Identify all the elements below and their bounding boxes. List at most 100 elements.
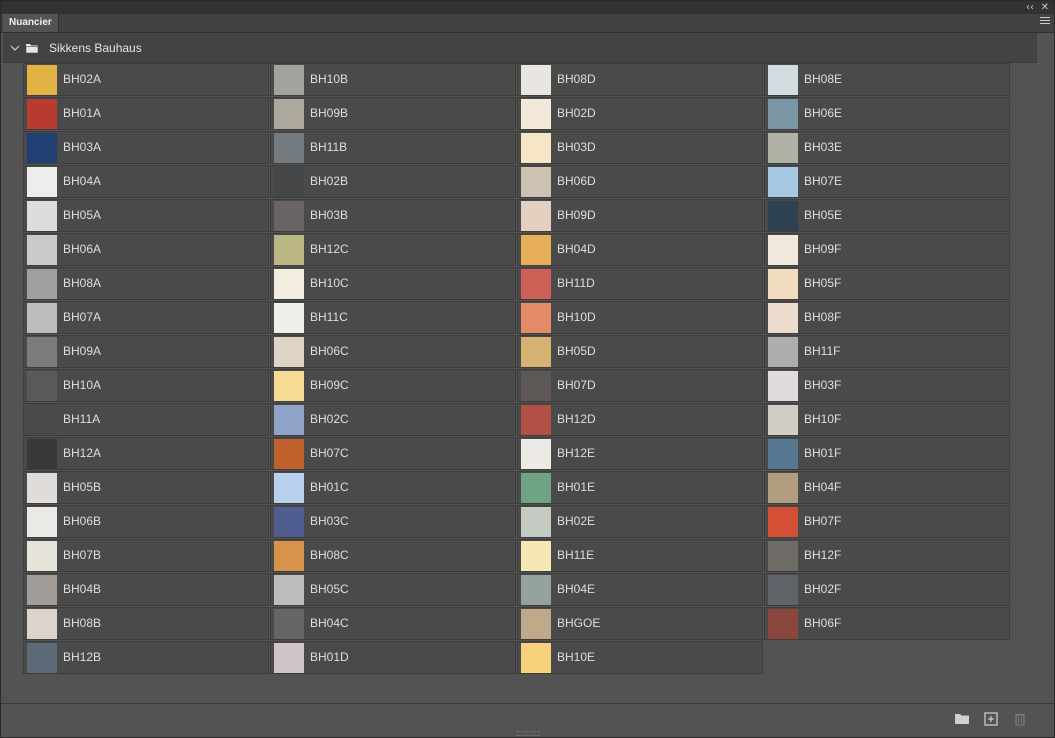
swatch-item[interactable]: BH09A [23,335,269,368]
swatch-item[interactable]: BH01C [270,471,516,504]
swatch-item[interactable]: BH05C [270,573,516,606]
swatch-item[interactable]: BH03F [764,369,1010,402]
collapse-panel-icon[interactable]: ‹‹ [1026,1,1034,14]
swatch-item[interactable]: BH06A [23,233,269,266]
swatch-color-chip [768,201,798,231]
swatch-item[interactable]: BH08C [270,539,516,572]
swatch-item[interactable]: BH09F [764,233,1010,266]
swatch-item[interactable]: BH08B [23,607,269,640]
swatch-item[interactable]: BH08F [764,301,1010,334]
swatch-item[interactable]: BH12C [270,233,516,266]
swatch-item[interactable]: BH03B [270,199,516,232]
swatch-item[interactable]: BH02E [517,505,763,538]
trash-icon[interactable] [1012,712,1028,726]
close-panel-icon[interactable]: ✕ [1041,1,1049,14]
swatch-item[interactable]: BH04D [517,233,763,266]
swatch-item[interactable]: BH05E [764,199,1010,232]
swatch-color-chip [768,575,798,605]
swatch-item[interactable]: BH04B [23,573,269,606]
swatch-color-chip [27,541,57,571]
swatch-item[interactable]: BH10C [270,267,516,300]
swatch-item[interactable]: BH06C [270,335,516,368]
swatch-item[interactable]: BH01F [764,437,1010,470]
swatch-item[interactable]: BH08A [23,267,269,300]
swatch-item[interactable]: BH11B [270,131,516,164]
swatch-label: BH01F [804,446,842,460]
swatch-label: BH01C [310,480,349,494]
swatch-item[interactable]: BH06B [23,505,269,538]
swatch-item[interactable]: BH09D [517,199,763,232]
swatch-item[interactable]: BH02A [23,63,269,96]
swatch-item[interactable]: BH10E [517,641,763,674]
swatch-label: BH10D [557,310,596,324]
swatch-item[interactable]: BH07F [764,505,1010,538]
swatch-item[interactable]: BH07A [23,301,269,334]
swatch-item[interactable]: BH05A [23,199,269,232]
swatch-item[interactable]: BH09C [270,369,516,402]
swatch-item[interactable]: BH01A [23,97,269,130]
swatch-item[interactable]: BH12A [23,437,269,470]
swatch-item[interactable]: BH12E [517,437,763,470]
swatch-item[interactable]: BH02D [517,97,763,130]
swatch-item[interactable]: BH11D [517,267,763,300]
swatch-item[interactable]: BH10F [764,403,1010,436]
swatch-label: BH10E [557,650,596,664]
swatch-item[interactable]: BH11F [764,335,1010,368]
swatch-color-chip [521,541,551,571]
swatch-item[interactable]: BH04A [23,165,269,198]
resize-grip[interactable] [516,731,540,736]
swatch-item[interactable]: BH02C [270,403,516,436]
tab-nuancier[interactable]: Nuancier [3,14,59,32]
swatch-item[interactable]: BH12F [764,539,1010,572]
swatch-item[interactable]: BH01E [517,471,763,504]
swatch-label: BH06E [804,106,843,120]
swatch-item[interactable]: BH07B [23,539,269,572]
swatch-item[interactable]: BH05D [517,335,763,368]
swatch-item[interactable]: BHGOE [517,607,763,640]
swatch-item[interactable]: BH12B [23,641,269,674]
swatch-group-header[interactable]: Sikkens Bauhaus [3,33,1037,63]
swatch-item[interactable]: BH07C [270,437,516,470]
swatch-item[interactable]: BH02B [270,165,516,198]
chevron-down-icon[interactable] [9,42,21,54]
swatch-label: BH05F [804,276,842,290]
swatch-item[interactable]: BH05F [764,267,1010,300]
swatch-item[interactable]: BH01D [270,641,516,674]
swatch-item[interactable]: BH06F [764,607,1010,640]
new-swatch-icon[interactable] [983,712,999,726]
swatch-item[interactable]: BH02F [764,573,1010,606]
new-group-folder-icon[interactable] [954,712,970,726]
swatch-item[interactable]: BH11C [270,301,516,334]
swatch-item[interactable]: BH03D [517,131,763,164]
swatch-item[interactable]: BH09B [270,97,516,130]
swatch-color-chip [521,405,551,435]
swatch-color-chip [274,201,304,231]
hamburger-menu-icon[interactable] [1040,17,1050,27]
swatch-item[interactable]: BH03E [764,131,1010,164]
swatch-item[interactable]: BH03C [270,505,516,538]
swatch-item[interactable]: BH11A [23,403,269,436]
swatch-item[interactable]: BH10D [517,301,763,334]
swatch-color-chip [27,99,57,129]
swatch-color-chip [768,269,798,299]
swatch-item[interactable]: BH08D [517,63,763,96]
swatch-item[interactable]: BH12D [517,403,763,436]
swatch-color-chip [521,303,551,333]
swatch-item[interactable]: BH11E [517,539,763,572]
swatch-item[interactable]: BH04F [764,471,1010,504]
swatch-item[interactable]: BH03A [23,131,269,164]
swatch-item[interactable]: BH04E [517,573,763,606]
swatch-item[interactable]: BH05B [23,471,269,504]
swatch-color-chip [521,609,551,639]
swatch-item[interactable]: BH06D [517,165,763,198]
swatch-label: BH01E [557,480,596,494]
swatch-item[interactable]: BH08E [764,63,1010,96]
swatch-item[interactable]: BH10A [23,369,269,402]
swatch-item[interactable]: BH07D [517,369,763,402]
swatch-label: BH07A [63,310,102,324]
swatch-label: BH09D [557,208,596,222]
swatch-item[interactable]: BH10B [270,63,516,96]
swatch-item[interactable]: BH04C [270,607,516,640]
swatch-item[interactable]: BH06E [764,97,1010,130]
swatch-item[interactable]: BH07E [764,165,1010,198]
